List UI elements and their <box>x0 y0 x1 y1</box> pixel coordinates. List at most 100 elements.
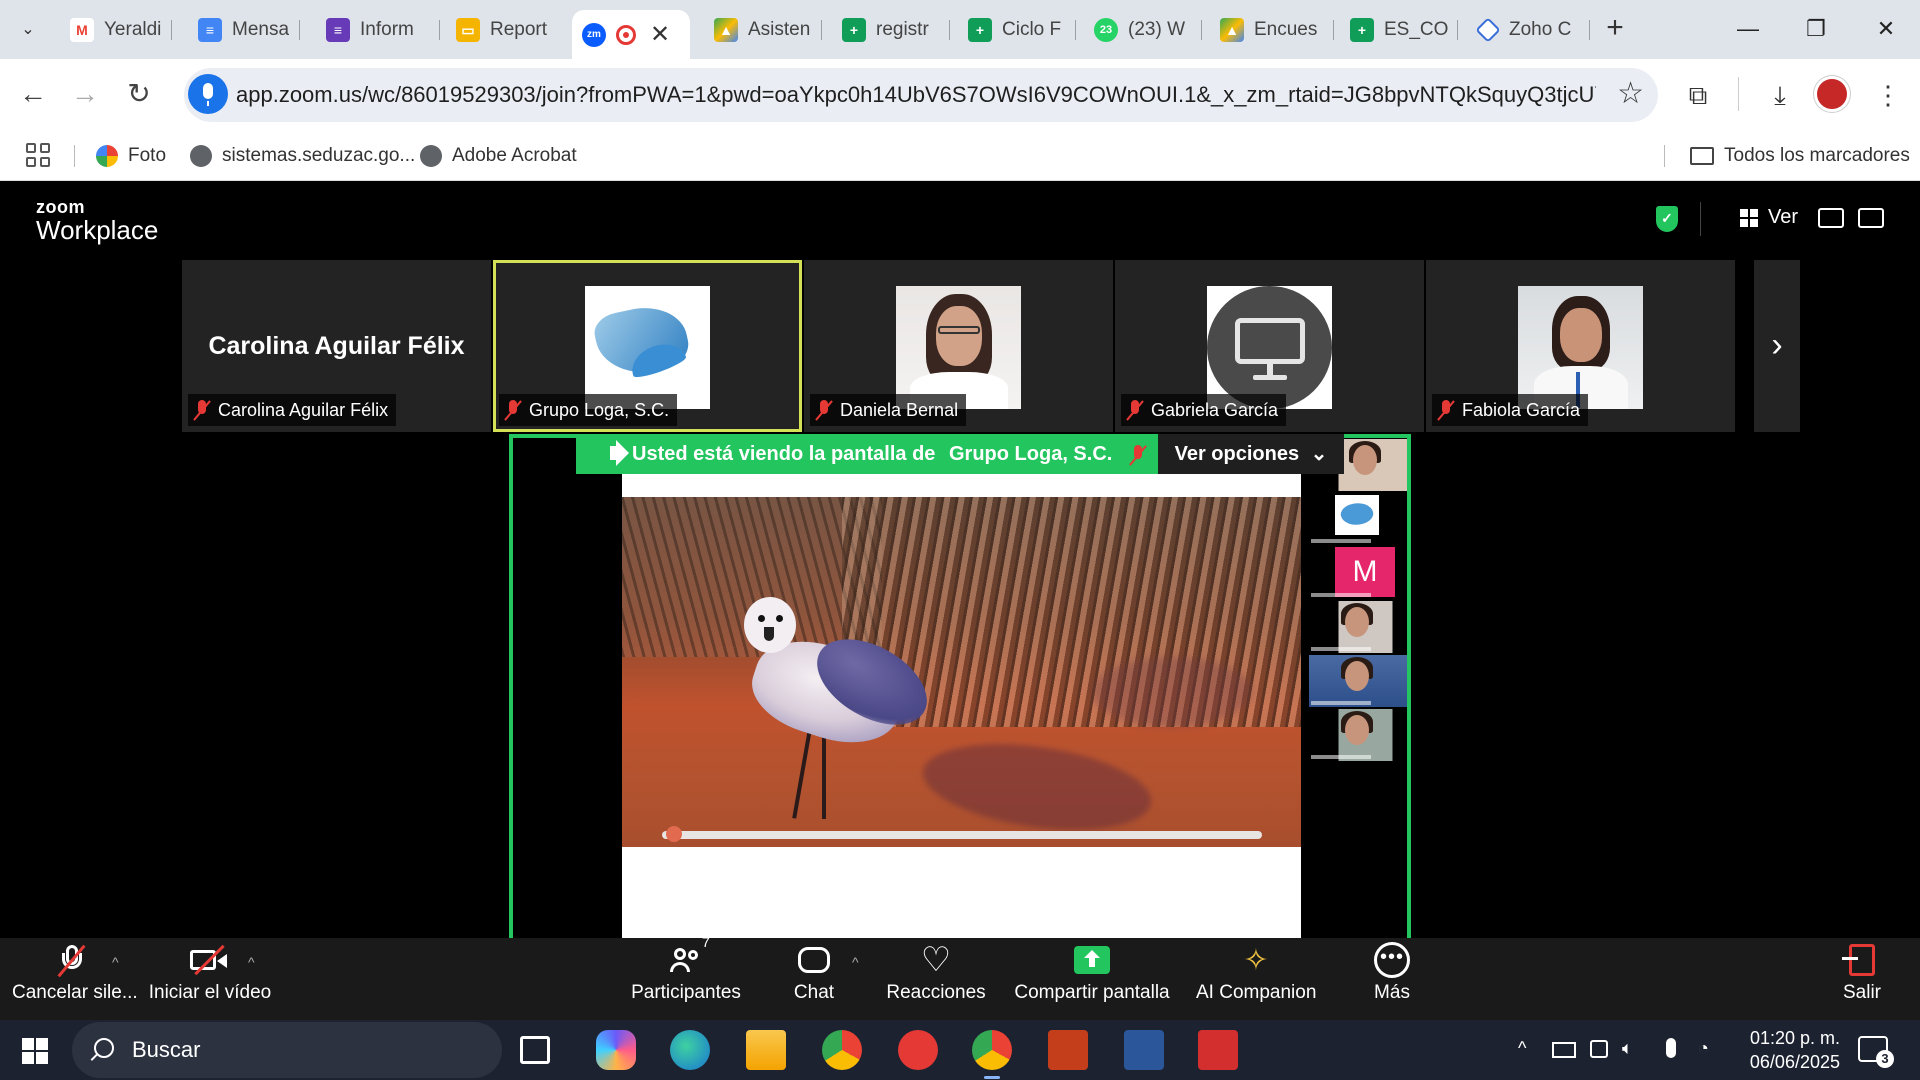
volume-icon[interactable]: 🔈︎ <box>1622 1038 1633 1059</box>
back-button[interactable]: ← <box>12 73 54 115</box>
tab-sheets-ciclo[interactable]: + Ciclo F <box>958 10 1076 50</box>
heart-icon: ♡ <box>920 941 952 979</box>
meet-now-icon[interactable] <box>1590 1040 1608 1058</box>
gmail-icon: M <box>70 18 94 42</box>
all-bookmarks[interactable]: Todos los marcadores <box>1690 141 1910 171</box>
start-video-button[interactable]: Iniciar el vídeo <box>148 938 272 1020</box>
bird-video-frame <box>622 497 1301 847</box>
download-icon[interactable]: ⤓ <box>1760 75 1800 115</box>
clock[interactable]: 01:20 p. m. 06/06/2025 <box>1730 1026 1840 1074</box>
exit-door-icon <box>1834 938 1890 982</box>
participant-tile[interactable]: Fabiola García <box>1426 260 1735 432</box>
participant-tile[interactable]: Carolina Aguilar Félix Carolina Aguilar … <box>182 260 491 432</box>
restore-button[interactable]: ❐ <box>1786 8 1846 50</box>
leave-meeting-button[interactable]: Salir <box>1834 938 1890 1020</box>
address-bar[interactable]: app.zoom.us/wc/86019529303/join?fromPWA=… <box>184 68 1658 122</box>
taskbar-search[interactable]: Buscar <box>72 1022 502 1078</box>
tab-sheets-registro[interactable]: + registr <box>832 10 950 50</box>
bookmark-sistemas[interactable]: sistemas.seduzac.go... <box>190 141 415 171</box>
speaker-icon <box>610 446 620 460</box>
participant-tile[interactable]: Grupo Loga, S.C. <box>493 260 802 432</box>
unmute-button[interactable]: Cancelar sile... <box>12 938 138 1020</box>
fullscreen-icon[interactable] <box>1858 208 1884 228</box>
video-seek-handle[interactable] <box>666 826 682 842</box>
apps-grid-icon[interactable] <box>26 143 50 167</box>
zoom-meeting: zoom Workplace ✓ Ver Carolina Aguilar Fé… <box>0 182 1920 1020</box>
tab-sheets-es[interactable]: + ES_CO <box>1340 10 1458 50</box>
forward-button[interactable]: → <box>64 73 106 115</box>
menu-kebab-icon[interactable]: ⋮ <box>1868 75 1908 115</box>
chrome-profile-icon[interactable] <box>972 1030 1012 1079</box>
recording-icon <box>616 24 636 45</box>
bookmark-star-icon[interactable]: ☆ <box>1617 76 1644 111</box>
tab-search-chevron-icon[interactable]: ⌄ <box>10 14 46 46</box>
microphone-in-use-icon[interactable] <box>1666 1038 1676 1058</box>
wifi-icon[interactable]: ◔ <box>1698 1038 1709 1059</box>
tab-drive-asistencia[interactable]: ▲ Asisten <box>704 10 822 50</box>
audio-options-caret-icon[interactable]: ^ <box>112 954 119 970</box>
share-screen-icon <box>1014 938 1170 982</box>
notifications-icon[interactable]: 3 <box>1858 1036 1894 1068</box>
file-explorer-icon[interactable] <box>746 1030 786 1070</box>
tab-whatsapp[interactable]: 23 (23) W <box>1084 10 1202 50</box>
video-options-caret-icon[interactable]: ^ <box>248 954 255 970</box>
tab-zoom-active[interactable]: zm ✕ <box>572 10 690 59</box>
profile-avatar[interactable] <box>1814 76 1850 112</box>
tab-slides[interactable]: ▭ Report <box>446 10 566 50</box>
participant-tile[interactable]: Daniela Bernal <box>804 260 1113 432</box>
chrome-icon[interactable] <box>822 1030 862 1070</box>
word-icon[interactable] <box>1124 1030 1164 1070</box>
reload-button[interactable]: ↻ <box>118 73 160 115</box>
next-participants-chevron-icon[interactable]: › <box>1754 260 1800 432</box>
participants-icon: 7 <box>628 934 744 982</box>
task-view-icon[interactable] <box>520 1036 550 1064</box>
battery-icon[interactable] <box>1552 1042 1576 1058</box>
tab-drive-encuesta[interactable]: ▲ Encues <box>1210 10 1334 50</box>
copilot-icon[interactable] <box>596 1030 636 1070</box>
drive-icon: ▲ <box>1220 18 1244 42</box>
zoom-icon: zm <box>582 22 606 47</box>
whatsapp-icon: 23 <box>1094 18 1118 42</box>
microphone-icon[interactable] <box>188 74 228 114</box>
more-dots-icon: ••• <box>1358 938 1426 982</box>
video-seek-bar[interactable] <box>662 831 1262 839</box>
url-text[interactable]: app.zoom.us/wc/86019529303/join?fromPWA=… <box>236 82 1596 108</box>
tab-gmail[interactable]: M Yeraldi <box>60 10 172 50</box>
minimize-button[interactable]: — <box>1718 8 1778 50</box>
wps-icon[interactable] <box>898 1030 938 1070</box>
participant-tile[interactable]: Gabriela García <box>1115 260 1424 432</box>
edge-icon[interactable] <box>670 1030 710 1070</box>
show-hidden-icons-chevron-icon[interactable]: ^ <box>1518 1038 1526 1059</box>
reactions-button[interactable]: ♡ Reacciones <box>886 938 986 1020</box>
folder-icon <box>1690 147 1714 165</box>
globe-icon <box>190 145 212 167</box>
ai-companion-button[interactable]: ✧ AI Companion <box>1196 938 1316 1020</box>
zoho-icon <box>1475 17 1501 43</box>
participant-name-label: Grupo Loga, S.C. <box>499 394 678 426</box>
close-window-button[interactable]: ✕ <box>1856 8 1916 50</box>
toolbar-divider <box>1738 77 1739 111</box>
view-button[interactable]: Ver <box>1740 206 1798 229</box>
shared-video[interactable] <box>622 472 1301 942</box>
bookmark-adobe[interactable]: Adobe Acrobat <box>420 141 577 171</box>
tab-forms[interactable]: ≡ Inform <box>316 10 440 50</box>
powerpoint-icon[interactable] <box>1048 1030 1088 1070</box>
chat-options-caret-icon[interactable]: ^ <box>852 954 859 970</box>
picture-in-picture-icon[interactable] <box>1818 208 1844 228</box>
bookmark-foto[interactable]: Foto <box>96 141 166 171</box>
chat-icon <box>774 938 854 982</box>
more-button[interactable]: ••• Más <box>1358 938 1426 1020</box>
participants-button[interactable]: 7 Participantes <box>628 934 744 1020</box>
gallery-thumbnail <box>1309 493 1407 545</box>
encryption-shield-icon[interactable]: ✓ <box>1656 206 1678 232</box>
acrobat-icon[interactable] <box>1198 1030 1238 1070</box>
tab-docs[interactable]: ≡ Mensa <box>188 10 300 50</box>
new-tab-button[interactable]: + <box>1598 12 1632 46</box>
windows-start-icon[interactable] <box>22 1038 48 1064</box>
tab-zoho[interactable]: Zoho C <box>1466 10 1590 50</box>
extensions-icon[interactable]: ⧉ <box>1678 75 1718 115</box>
share-screen-button[interactable]: Compartir pantalla <box>1014 938 1170 1020</box>
close-tab-icon[interactable]: ✕ <box>650 20 670 49</box>
chat-button[interactable]: Chat <box>774 938 854 1020</box>
view-options-dropdown[interactable]: Ver opciones ⌄ <box>1158 434 1344 474</box>
